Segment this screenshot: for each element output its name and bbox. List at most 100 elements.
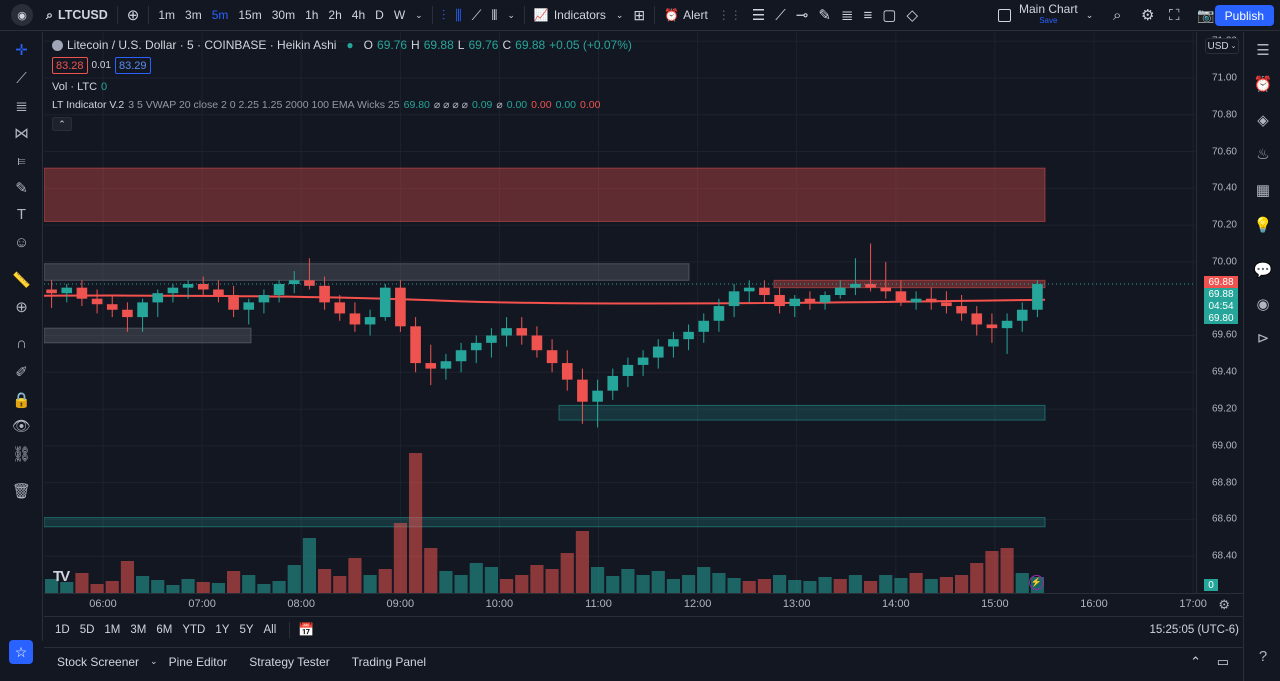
- candle-body: [607, 375, 619, 391]
- interval-15m[interactable]: 15m: [233, 0, 266, 31]
- price-chart[interactable]: [44, 32, 1195, 593]
- tab-trading-panel[interactable]: Trading Panel: [341, 655, 437, 669]
- compare-add-icon[interactable]: ⊕: [122, 0, 145, 31]
- lock-icon[interactable]: 🔒: [12, 390, 31, 409]
- streams-icon[interactable]: ◉: [1253, 294, 1273, 314]
- maximize-panel-icon[interactable]: ▭: [1217, 654, 1229, 670]
- notifications-icon[interactable]: ⊳: [1253, 328, 1273, 348]
- collapse-panel-icon[interactable]: ⌃: [1190, 654, 1201, 670]
- range-1d[interactable]: 1D: [50, 624, 75, 636]
- brush-icon[interactable]: ✎: [12, 178, 31, 197]
- rectangle-icon[interactable]: ▢: [877, 0, 901, 31]
- interval-2h[interactable]: 2h: [323, 0, 346, 31]
- alert-button[interactable]: ⏰ Alert: [659, 0, 713, 31]
- axis-settings-gear-icon[interactable]: ⚙: [1218, 597, 1230, 613]
- range-1y[interactable]: 1Y: [210, 624, 234, 636]
- range-all[interactable]: All: [259, 624, 282, 636]
- eye-icon[interactable]: 👁: [12, 416, 31, 435]
- tab-stock-screener[interactable]: Stock Screener: [46, 655, 150, 669]
- tab-strategy-tester[interactable]: Strategy Tester: [238, 655, 340, 669]
- stay-drawing-icon[interactable]: ✐: [12, 362, 31, 381]
- ask-button[interactable]: 83.29: [115, 57, 151, 74]
- horizontal-ray-icon[interactable]: ⊸: [791, 0, 814, 31]
- price-axis[interactable]: 71.2071.0070.8070.6070.4070.2070.0069.60…: [1196, 32, 1243, 593]
- tab-pine-editor[interactable]: Pine Editor: [158, 655, 239, 669]
- indicator-label[interactable]: LT Indicator V.2: [52, 99, 124, 111]
- clock-timezone[interactable]: 15:25:05 (UTC-6): [1150, 624, 1239, 636]
- currency-selector[interactable]: USD ⌄: [1205, 38, 1239, 54]
- parallel-channel-icon[interactable]: ≡: [859, 0, 878, 31]
- alerts-clock-icon[interactable]: ⏰: [1253, 74, 1273, 94]
- favorites-star-icon[interactable]: ☆: [9, 640, 33, 664]
- main-chart-layout[interactable]: Main Chart Save ⌄: [998, 3, 1094, 26]
- candle-body: [167, 287, 179, 294]
- crosshair-icon[interactable]: ✛: [12, 40, 31, 59]
- layout-dropdown-icon[interactable]: ⌄: [1086, 10, 1094, 21]
- emoji-icon[interactable]: ☺: [12, 233, 31, 252]
- range-5y[interactable]: 5Y: [234, 624, 258, 636]
- pattern-icon[interactable]: ◇: [901, 0, 923, 31]
- range-3m[interactable]: 3M: [125, 624, 151, 636]
- layout-checkbox-icon[interactable]: [998, 8, 1011, 22]
- range-1m[interactable]: 1M: [99, 624, 125, 636]
- bid-button[interactable]: 83.28: [52, 57, 88, 74]
- fib-tools-icon[interactable]: ≣: [12, 96, 31, 115]
- hotlist-flame-icon[interactable]: ♨: [1253, 144, 1273, 164]
- symbol-search[interactable]: ⌕ LTCUSD: [41, 0, 113, 31]
- interval-4h[interactable]: 4h: [347, 0, 370, 31]
- screener-dropdown-icon[interactable]: ⌄: [150, 656, 158, 667]
- indicators-button[interactable]: 📈 Indicators: [529, 0, 611, 31]
- collapse-legend-button[interactable]: ⌃: [52, 117, 72, 131]
- save-label[interactable]: Save: [1039, 15, 1057, 26]
- ideas-lightbulb-icon[interactable]: 💡: [1253, 215, 1273, 235]
- settings-gear-icon[interactable]: ⚙: [1136, 0, 1159, 31]
- magnet-icon[interactable]: ∩: [12, 334, 31, 353]
- patterns-icon[interactable]: ⋈: [12, 123, 31, 142]
- zoom-in-icon[interactable]: ⊕: [12, 297, 31, 316]
- drag-handle-icon[interactable]: ⋮⋮: [713, 0, 747, 31]
- volume-label[interactable]: Vol · LTC: [52, 81, 97, 93]
- help-icon[interactable]: ?: [1253, 646, 1273, 666]
- bar-chart-icon[interactable]: ⫶: [437, 0, 451, 31]
- interval-5m[interactable]: 5m: [207, 0, 234, 31]
- user-avatar[interactable]: ◉: [11, 4, 33, 26]
- interval-D[interactable]: D: [370, 0, 389, 31]
- fib-retracement-icon[interactable]: ≣: [836, 0, 859, 31]
- publish-button[interactable]: Publish: [1214, 5, 1274, 26]
- layout-grid-icon[interactable]: ⊞: [628, 0, 650, 31]
- interval-30m[interactable]: 30m: [267, 0, 300, 31]
- range-ytd[interactable]: YTD: [177, 624, 210, 636]
- interval-3m[interactable]: 3m: [180, 0, 207, 31]
- fullscreen-icon[interactable]: ⛶: [1164, 0, 1185, 31]
- link-icon[interactable]: ⛓: [12, 444, 31, 463]
- ruler-icon[interactable]: 📏: [12, 270, 31, 289]
- replay-bolt-icon[interactable]: ⚡: [1029, 575, 1044, 590]
- line-chart-icon[interactable]: ⟋: [467, 0, 487, 31]
- layers-icon[interactable]: ◈: [1253, 110, 1273, 130]
- interval-dropdown-icon[interactable]: ⌄: [410, 0, 428, 31]
- watchlist-icon[interactable]: ☰: [1253, 40, 1273, 60]
- quick-search-icon[interactable]: ⌕: [1108, 0, 1126, 31]
- range-6m[interactable]: 6M: [151, 624, 177, 636]
- pen-icon[interactable]: ✎: [813, 0, 836, 31]
- eye-icon[interactable]: ●: [346, 38, 353, 52]
- time-axis[interactable]: ⚙ 06:00 07:00 08:00 09:00 10:00 11:00 12:00 13:…: [44, 593, 1243, 615]
- chart-type-dropdown-icon[interactable]: ⌄: [502, 0, 520, 31]
- interval-W[interactable]: W: [389, 0, 410, 31]
- trend-line-icon[interactable]: ⟋: [770, 0, 791, 31]
- interval-1m[interactable]: 1m: [153, 0, 180, 31]
- interval-1h[interactable]: 1h: [300, 0, 323, 31]
- horizontal-lines-icon[interactable]: ☰: [747, 0, 770, 31]
- indicators-dropdown-icon[interactable]: ⌄: [611, 0, 629, 31]
- text-icon[interactable]: T: [12, 205, 31, 224]
- goto-date-calendar-icon[interactable]: 📅: [298, 622, 314, 638]
- range-5d[interactable]: 5D: [75, 624, 100, 636]
- heikin-ashi-icon[interactable]: ⫴: [486, 0, 502, 31]
- series-title[interactable]: Litecoin / U.S. Dollar · 5 · COINBASE · …: [67, 38, 336, 52]
- trash-icon[interactable]: 🗑: [12, 481, 31, 500]
- prediction-icon[interactable]: ⫢: [12, 151, 31, 170]
- candles-icon[interactable]: ⫼: [450, 0, 466, 31]
- chat-icon[interactable]: 💬: [1253, 260, 1273, 280]
- calendar-icon[interactable]: ▦: [1253, 180, 1273, 200]
- trend-line-icon[interactable]: ⟋: [12, 69, 31, 88]
